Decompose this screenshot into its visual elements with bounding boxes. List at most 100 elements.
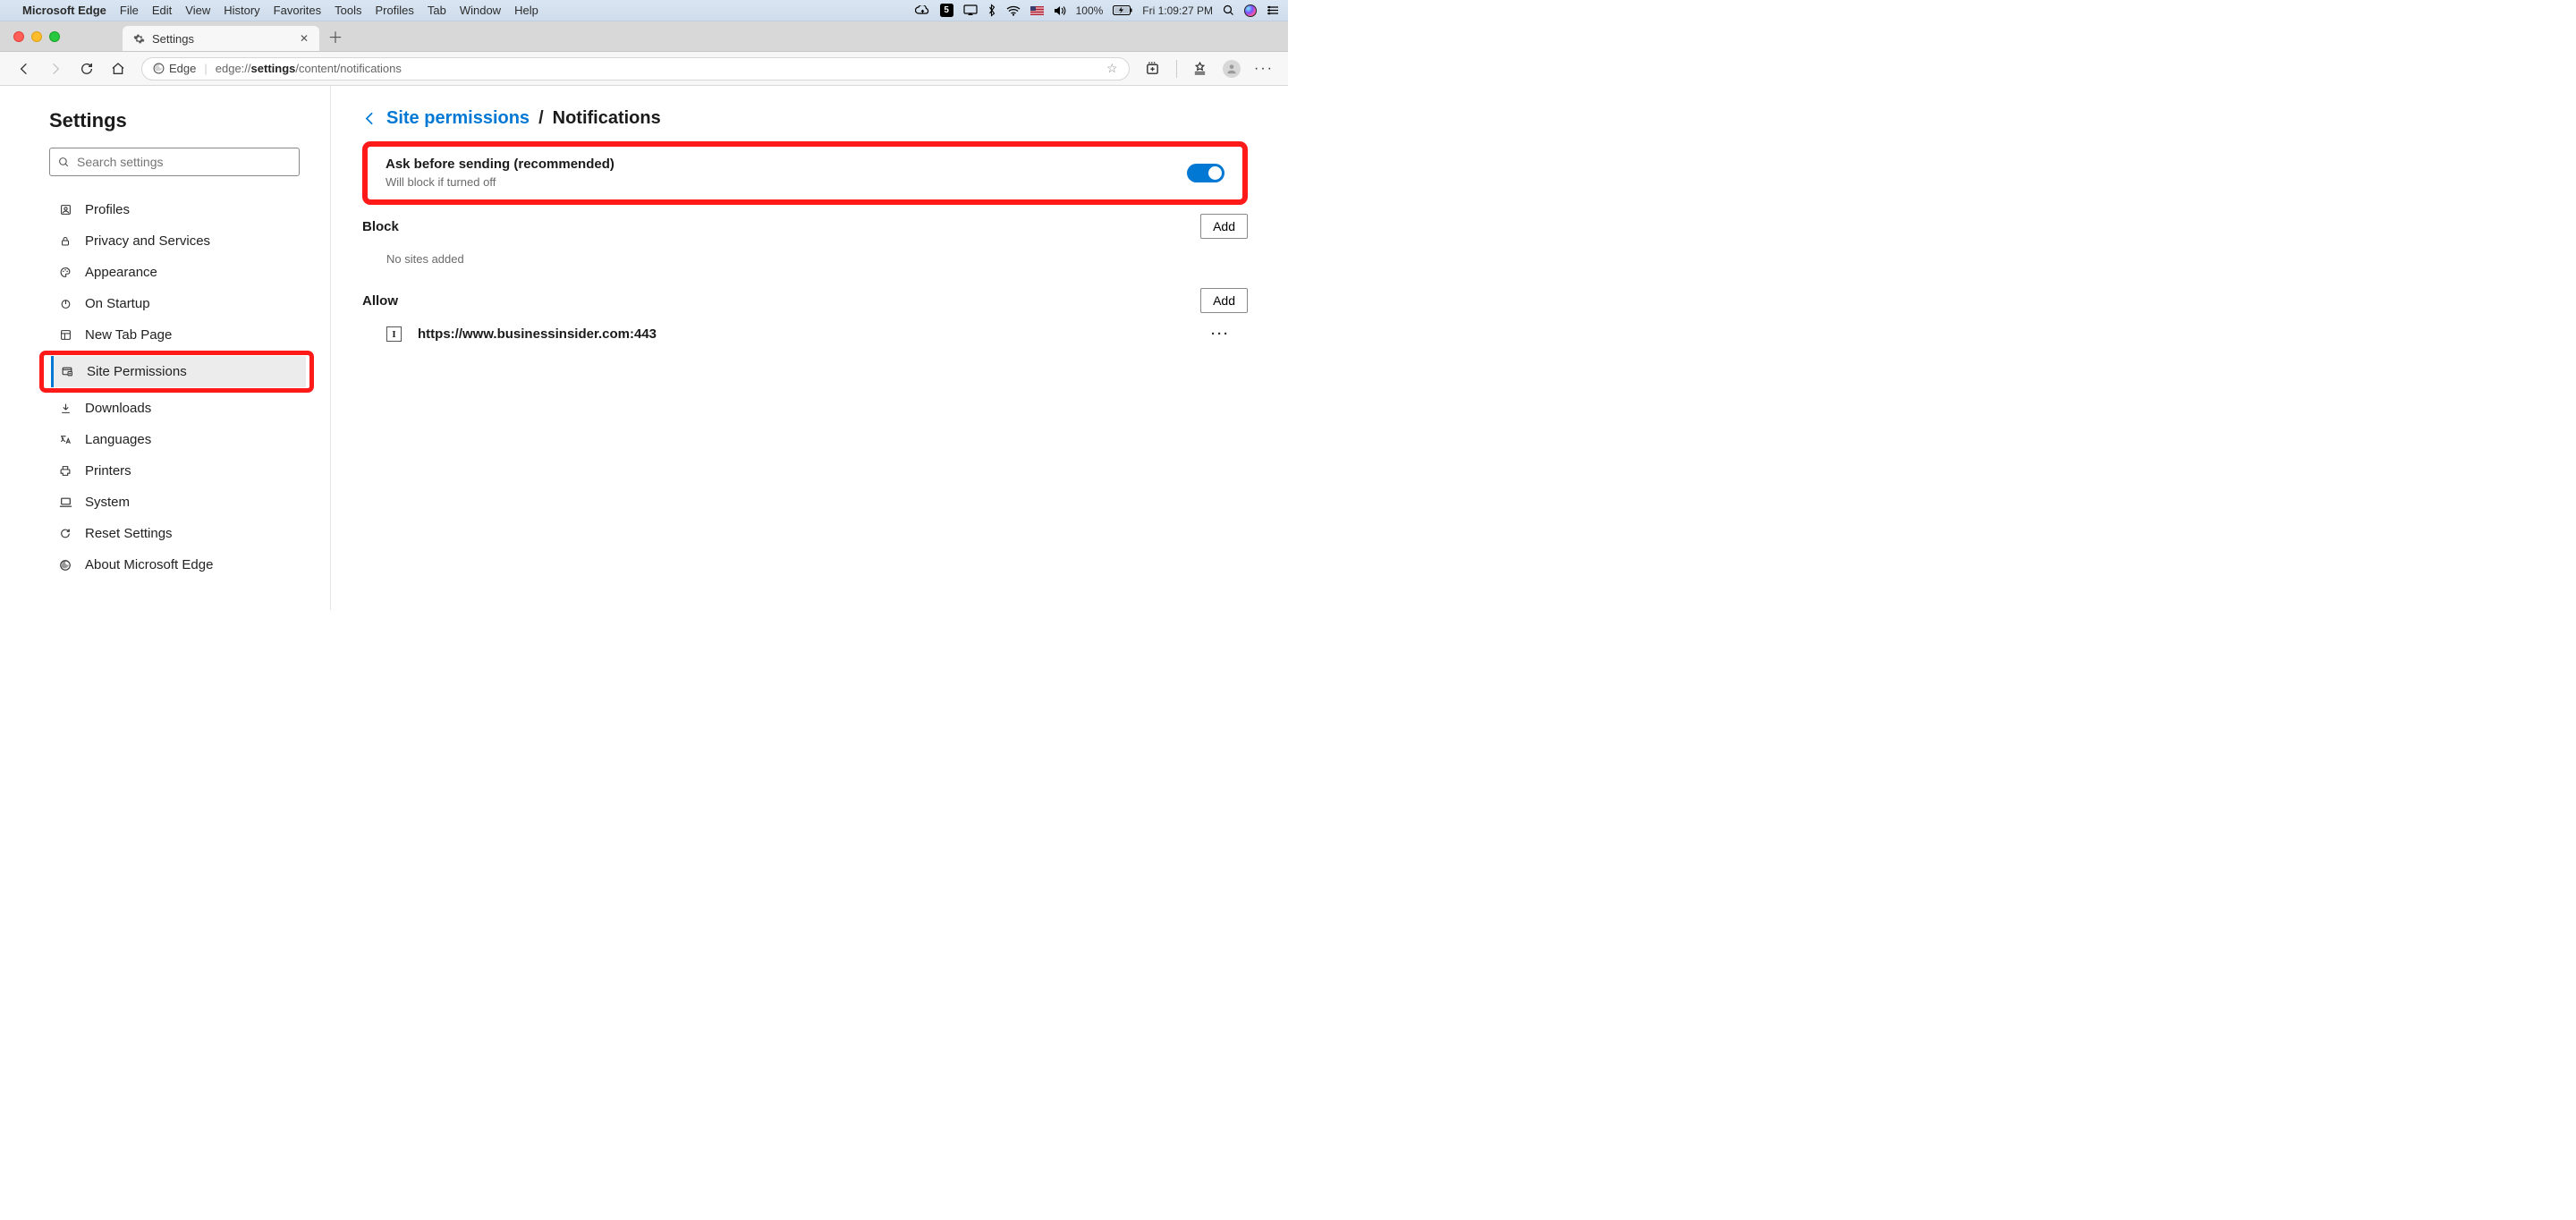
sidebar-item-on-startup[interactable]: On Startup <box>49 288 309 319</box>
menu-view[interactable]: View <box>185 4 210 17</box>
window-minimize-button[interactable] <box>31 31 42 42</box>
profile-avatar-button[interactable] <box>1223 60 1241 78</box>
tab-title: Settings <box>152 32 194 46</box>
settings-sidebar: Settings Profiles Privacy and Services A… <box>0 86 331 610</box>
favorites-list-button[interactable] <box>1191 61 1208 77</box>
search-icon <box>58 157 70 168</box>
menu-profiles[interactable]: Profiles <box>376 4 414 17</box>
menu-tools[interactable]: Tools <box>335 4 361 17</box>
sidebar-item-label: Downloads <box>85 401 151 416</box>
breadcrumb-back-button[interactable] <box>362 111 377 126</box>
battery-percent: 100% <box>1076 4 1104 17</box>
sidebar-item-label: Site Permissions <box>87 364 187 379</box>
sidebar-item-site-permissions[interactable]: Site Permissions <box>51 356 306 387</box>
ask-before-sending-toggle[interactable] <box>1187 164 1224 182</box>
toolbar-divider <box>1176 60 1177 78</box>
sidebar-item-privacy[interactable]: Privacy and Services <box>49 225 309 257</box>
tab-strip: Settings ✕ ＋ <box>0 21 1288 52</box>
sidebar-item-downloads[interactable]: Downloads <box>49 393 309 424</box>
menu-help[interactable]: Help <box>514 4 538 17</box>
favorite-star-icon[interactable]: ☆ <box>1106 61 1118 76</box>
sidebar-item-label: Privacy and Services <box>85 233 210 249</box>
breadcrumb-separator: / <box>538 108 544 129</box>
reset-icon <box>57 528 73 539</box>
block-heading: Block <box>362 219 399 234</box>
sidebar-item-profiles[interactable]: Profiles <box>49 194 309 225</box>
lock-icon <box>57 235 73 247</box>
window-controls <box>13 31 60 42</box>
sidebar-item-label: Languages <box>85 432 151 447</box>
site-identity-label: Edge <box>169 62 196 75</box>
block-add-button[interactable]: Add <box>1200 214 1248 239</box>
sidebar-item-about[interactable]: About Microsoft Edge <box>49 549 309 580</box>
power-icon <box>57 298 73 309</box>
printer-icon <box>57 465 73 477</box>
screen-mirror-icon[interactable] <box>963 4 978 16</box>
sidebar-item-reset[interactable]: Reset Settings <box>49 518 309 549</box>
home-button[interactable] <box>110 61 126 77</box>
input-source-flag-icon[interactable] <box>1030 6 1044 15</box>
menu-app-name[interactable]: Microsoft Edge <box>22 4 106 17</box>
sidebar-item-label: Appearance <box>85 265 157 280</box>
control-center-icon[interactable] <box>1267 5 1279 15</box>
nav-forward-button[interactable] <box>47 61 64 77</box>
cloud-sync-icon[interactable] <box>915 5 930 15</box>
browser-toolbar: Edge | edge://settings/content/notificat… <box>0 52 1288 86</box>
allow-site-url: https://www.businessinsider.com:443 <box>418 326 657 342</box>
sidebar-item-languages[interactable]: Languages <box>49 424 309 455</box>
sidebar-item-label: Printers <box>85 463 131 479</box>
sidebar-item-label: Profiles <box>85 202 130 217</box>
menubar-clock[interactable]: Fri 1:09:27 PM <box>1142 4 1213 17</box>
search-settings-field[interactable] <box>49 148 300 176</box>
search-settings-input[interactable] <box>77 155 291 169</box>
window-zoom-button[interactable] <box>49 31 60 42</box>
breadcrumb-link-site-permissions[interactable]: Site permissions <box>386 108 530 129</box>
more-menu-button[interactable]: ··· <box>1256 61 1272 77</box>
allow-heading: Allow <box>362 293 398 309</box>
highlight-box-sidebar: Site Permissions <box>39 351 314 393</box>
sidebar-item-label: On Startup <box>85 296 150 311</box>
menu-window[interactable]: Window <box>460 4 501 17</box>
browser-tab[interactable]: Settings ✕ <box>123 26 319 51</box>
sidebar-item-printers[interactable]: Printers <box>49 455 309 487</box>
laptop-icon <box>57 497 73 508</box>
menu-file[interactable]: File <box>120 4 139 17</box>
permissions-icon <box>59 366 75 377</box>
refresh-button[interactable] <box>79 61 95 77</box>
sidebar-item-appearance[interactable]: Appearance <box>49 257 309 288</box>
spotlight-icon[interactable] <box>1223 4 1234 16</box>
breadcrumb-current: Notifications <box>553 108 661 129</box>
menu-history[interactable]: History <box>224 4 259 17</box>
ask-before-sending-subtitle: Will block if turned off <box>386 175 614 189</box>
new-tab-button[interactable]: ＋ <box>325 26 346 47</box>
volume-icon[interactable] <box>1054 5 1066 16</box>
tab-close-button[interactable]: ✕ <box>300 32 309 45</box>
menu-edit[interactable]: Edit <box>152 4 172 17</box>
breadcrumb: Site permissions / Notifications <box>362 108 1248 129</box>
battery-icon[interactable] <box>1113 5 1132 15</box>
palette-icon <box>57 267 73 278</box>
shield-badge-icon[interactable]: 5 <box>940 4 953 17</box>
sidebar-item-label: System <box>85 495 130 510</box>
block-empty-text: No sites added <box>386 252 1248 266</box>
bluetooth-icon[interactable] <box>987 4 996 17</box>
siri-icon[interactable] <box>1244 4 1257 17</box>
grid-icon <box>57 329 73 341</box>
mac-menubar: Microsoft Edge File Edit View History Fa… <box>0 0 1288 21</box>
settings-nav: Profiles Privacy and Services Appearance… <box>49 194 330 580</box>
highlight-box-ask-setting: Ask before sending (recommended) Will bl… <box>362 141 1248 205</box>
menu-favorites[interactable]: Favorites <box>274 4 321 17</box>
window-close-button[interactable] <box>13 31 24 42</box>
allow-section: Allow Add I https://www.businessinsider.… <box>362 288 1248 342</box>
settings-main-panel: Site permissions / Notifications Ask bef… <box>331 86 1288 610</box>
wifi-icon[interactable] <box>1006 5 1021 16</box>
address-bar[interactable]: Edge | edge://settings/content/notificat… <box>141 57 1130 80</box>
menu-tab[interactable]: Tab <box>428 4 446 17</box>
sidebar-item-system[interactable]: System <box>49 487 309 518</box>
allow-site-more-button[interactable]: ··· <box>1211 326 1248 342</box>
nav-back-button[interactable] <box>16 61 32 77</box>
collections-button[interactable] <box>1145 61 1161 77</box>
sidebar-item-new-tab-page[interactable]: New Tab Page <box>49 319 309 351</box>
allow-add-button[interactable]: Add <box>1200 288 1248 313</box>
site-identity-chip[interactable]: Edge <box>153 62 196 75</box>
